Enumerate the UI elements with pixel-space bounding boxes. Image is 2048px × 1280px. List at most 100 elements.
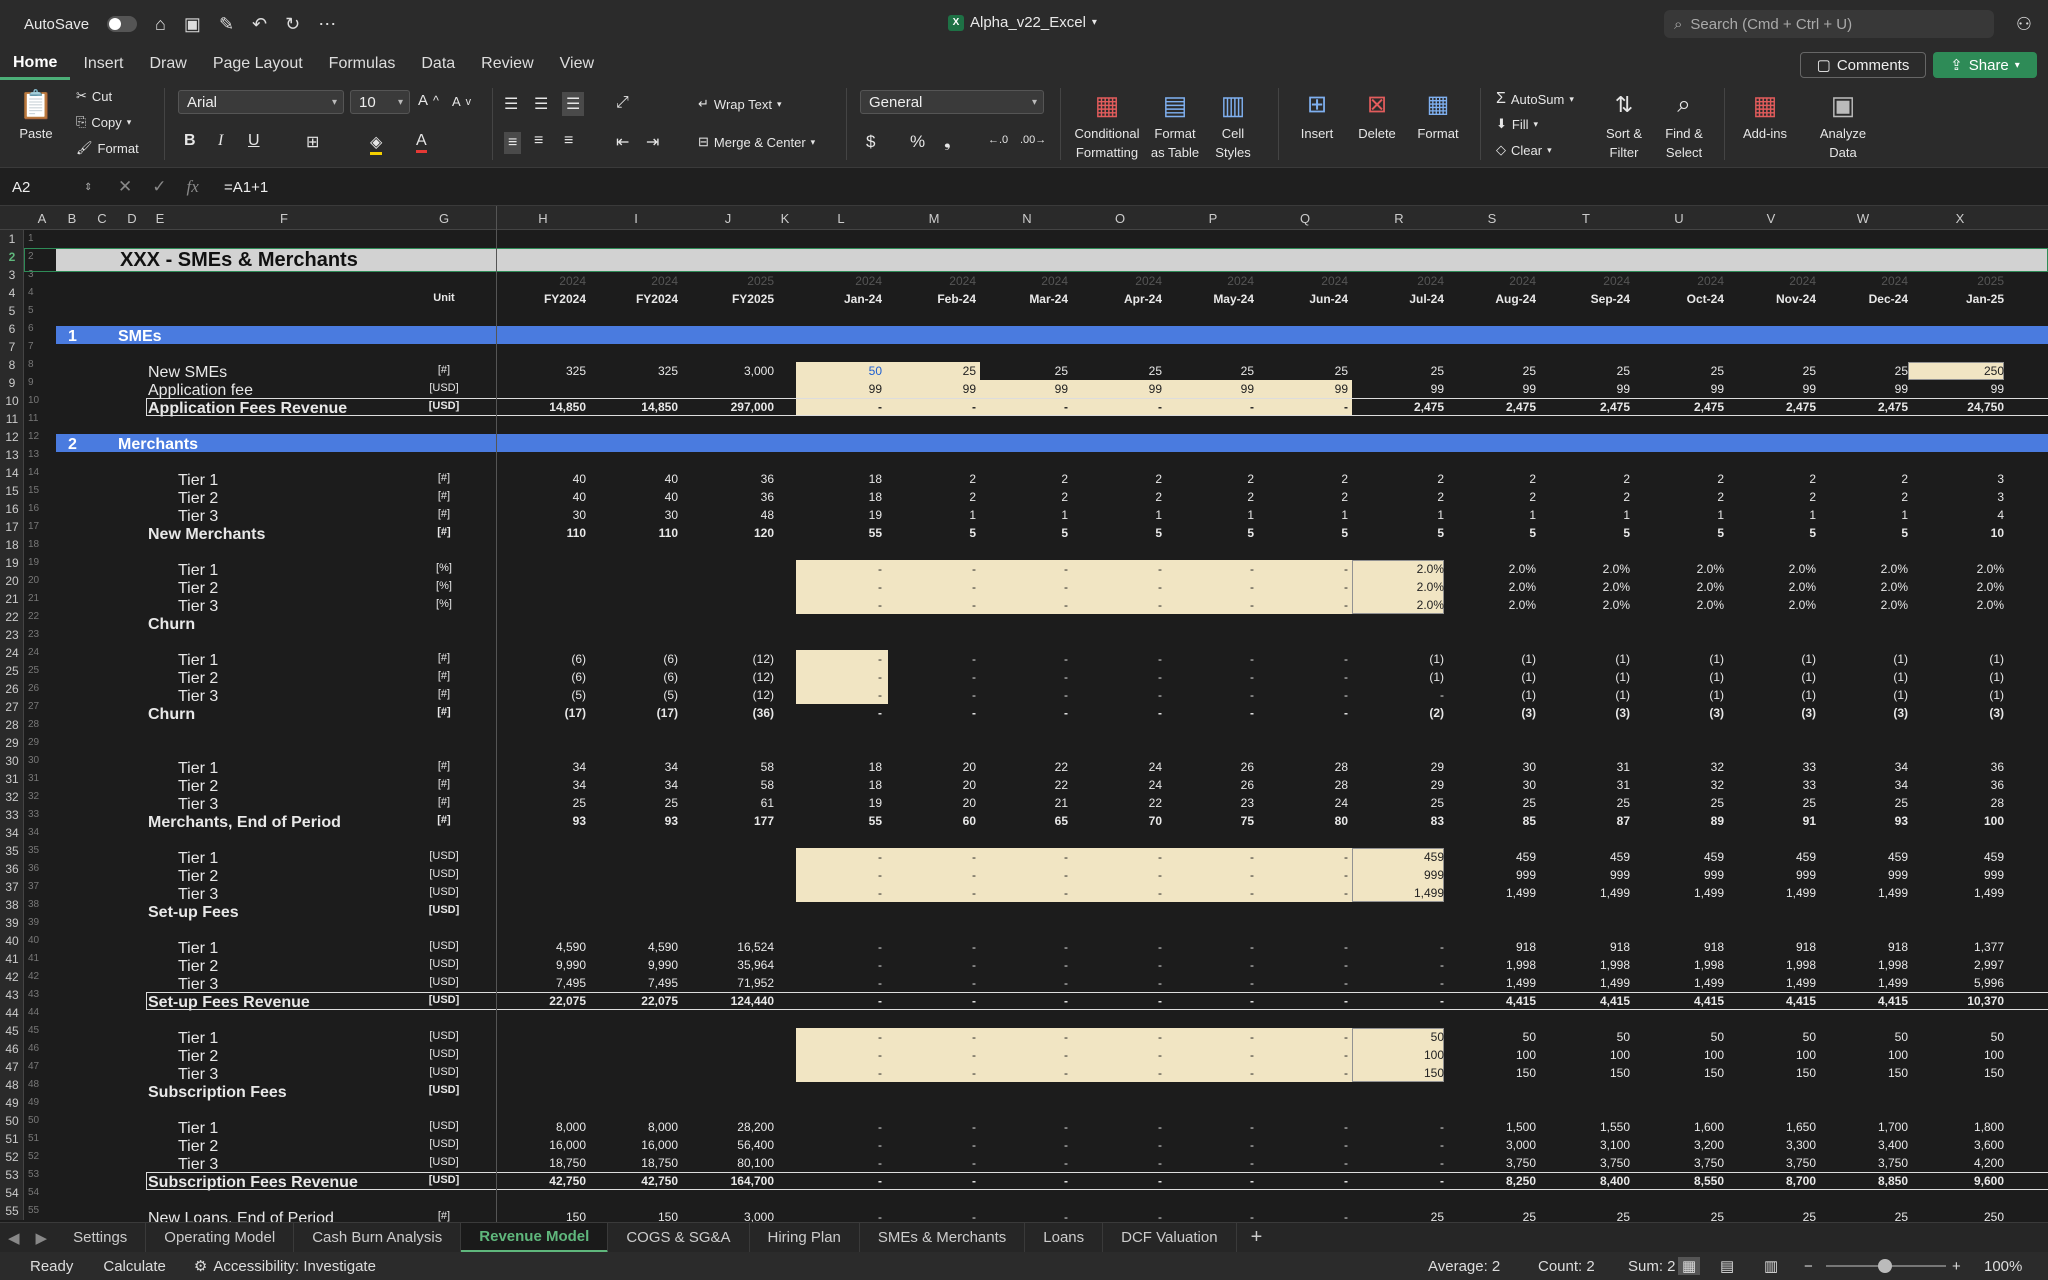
value-cell[interactable]: - [984, 688, 1068, 702]
value-cell[interactable]: - [798, 1030, 882, 1044]
value-cell[interactable]: 25 [1640, 796, 1724, 810]
value-cell[interactable]: - [984, 598, 1068, 612]
value-cell[interactable]: 22 [1078, 796, 1162, 810]
value-cell[interactable]: 150 [1824, 1066, 1908, 1080]
value-cell[interactable]: 85 [1452, 814, 1536, 828]
value-cell[interactable]: 2,475 [1824, 400, 1908, 414]
value-cell[interactable]: - [892, 1066, 976, 1080]
align-left-button[interactable]: ≡ [504, 132, 522, 154]
value-cell[interactable]: 1,499 [1824, 976, 1908, 990]
value-cell[interactable]: 25 [1640, 364, 1724, 378]
value-cell[interactable]: 2 [1360, 490, 1444, 504]
value-cell[interactable]: - [1170, 1120, 1254, 1134]
value-cell[interactable]: 2,475 [1640, 400, 1724, 414]
value-cell[interactable]: 18 [798, 778, 882, 792]
value-cell[interactable]: 8,250 [1452, 1174, 1536, 1188]
value-cell[interactable]: 28,200 [690, 1120, 774, 1134]
format-cells-button[interactable]: ▦ Format [1410, 88, 1466, 141]
value-cell[interactable]: 5 [1546, 526, 1630, 540]
value-cell[interactable]: 24 [1078, 778, 1162, 792]
value-cell[interactable]: - [1170, 706, 1254, 720]
value-cell[interactable]: - [984, 400, 1068, 414]
value-cell[interactable]: 70 [1078, 814, 1162, 828]
value-cell[interactable]: - [1360, 976, 1444, 990]
decrease-font-button[interactable]: Av [452, 94, 471, 109]
value-cell[interactable]: 18,750 [594, 1156, 678, 1170]
row-number[interactable]: 53 [0, 1168, 24, 1182]
value-cell[interactable]: 5 [1170, 526, 1254, 540]
value-cell[interactable]: 42,750 [502, 1174, 586, 1188]
value-cell[interactable]: 1,499 [1732, 886, 1816, 900]
sheet-tab-hiring-plan[interactable]: Hiring Plan [750, 1222, 860, 1253]
row-number[interactable]: 39 [0, 916, 24, 930]
value-cell[interactable]: 36 [690, 472, 774, 486]
value-cell[interactable]: 3,750 [1546, 1156, 1630, 1170]
autosum-button[interactable]: Σ AutoSum ▾ [1496, 90, 1574, 108]
value-cell[interactable]: (1) [1824, 652, 1908, 666]
value-cell[interactable]: 24 [1264, 796, 1348, 810]
value-cell[interactable]: - [984, 976, 1068, 990]
value-cell[interactable]: - [892, 688, 976, 702]
value-cell[interactable]: 2,475 [1360, 400, 1444, 414]
value-cell[interactable]: (6) [502, 670, 586, 684]
value-cell[interactable]: 1 [1546, 508, 1630, 522]
value-cell[interactable]: 3,000 [690, 1210, 774, 1222]
value-cell[interactable]: 100 [1452, 1048, 1536, 1062]
column-header-q[interactable]: Q [1290, 211, 1320, 226]
value-cell[interactable]: 99 [984, 382, 1068, 396]
value-cell[interactable]: - [984, 940, 1068, 954]
value-cell[interactable]: 99 [1546, 382, 1630, 396]
row-number[interactable]: 7 [0, 340, 24, 354]
column-header-c[interactable]: C [87, 211, 117, 226]
value-cell[interactable]: 2.0% [1640, 562, 1724, 576]
value-cell[interactable]: (1) [1920, 670, 2004, 684]
value-cell[interactable]: - [892, 1156, 976, 1170]
value-cell[interactable]: 24,750 [1920, 400, 2004, 414]
value-cell[interactable]: 2 [984, 472, 1068, 486]
row-number[interactable]: 45 [0, 1024, 24, 1038]
value-cell[interactable]: 4,415 [1824, 994, 1908, 1008]
value-cell[interactable]: - [892, 886, 976, 900]
value-cell[interactable]: 50 [1360, 1030, 1444, 1044]
value-cell[interactable]: 2.0% [1824, 598, 1908, 612]
value-cell[interactable]: - [1078, 1048, 1162, 1062]
value-cell[interactable]: - [798, 886, 882, 900]
sheet-tab-smes-merchants[interactable]: SMEs & Merchants [860, 1222, 1026, 1253]
value-cell[interactable]: 30 [502, 508, 586, 522]
value-cell[interactable]: - [1078, 1066, 1162, 1080]
value-cell[interactable]: 30 [1452, 778, 1536, 792]
row-number[interactable]: 27 [0, 700, 24, 714]
value-cell[interactable]: 19 [798, 796, 882, 810]
value-cell[interactable]: 99 [892, 382, 976, 396]
value-cell[interactable]: - [1078, 670, 1162, 684]
value-cell[interactable]: 2 [1640, 472, 1724, 486]
row-number[interactable]: 40 [0, 934, 24, 948]
value-cell[interactable]: 150 [1452, 1066, 1536, 1080]
row-number[interactable]: 19 [0, 556, 24, 570]
value-cell[interactable]: - [892, 994, 976, 1008]
value-cell[interactable]: - [1170, 1156, 1254, 1170]
column-header-h[interactable]: H [528, 211, 558, 226]
row-number[interactable]: 6 [0, 322, 24, 336]
increase-indent-button[interactable]: ⇥ [646, 132, 659, 152]
tab-view[interactable]: View [547, 48, 607, 80]
value-cell[interactable]: 2.0% [1360, 580, 1444, 594]
value-cell[interactable]: 8,400 [1546, 1174, 1630, 1188]
value-cell[interactable]: - [892, 400, 976, 414]
row-number[interactable]: 50 [0, 1114, 24, 1128]
row-number[interactable]: 34 [0, 826, 24, 840]
sheet-tab-settings[interactable]: Settings [55, 1222, 147, 1253]
row-number[interactable]: 21 [0, 592, 24, 606]
value-cell[interactable]: - [798, 706, 882, 720]
page-break-view-icon[interactable]: ▥ [1764, 1257, 1778, 1275]
row-number[interactable]: 51 [0, 1132, 24, 1146]
value-cell[interactable]: - [1078, 580, 1162, 594]
value-cell[interactable]: (1) [1546, 688, 1630, 702]
value-cell[interactable]: - [1170, 940, 1254, 954]
value-cell[interactable]: 34 [594, 760, 678, 774]
value-cell[interactable]: 50 [1920, 1030, 2004, 1044]
value-cell[interactable]: - [984, 886, 1068, 900]
value-cell[interactable]: 99 [1078, 382, 1162, 396]
page-layout-view-icon[interactable]: ▤ [1720, 1257, 1734, 1275]
row-number[interactable]: 17 [0, 520, 24, 534]
